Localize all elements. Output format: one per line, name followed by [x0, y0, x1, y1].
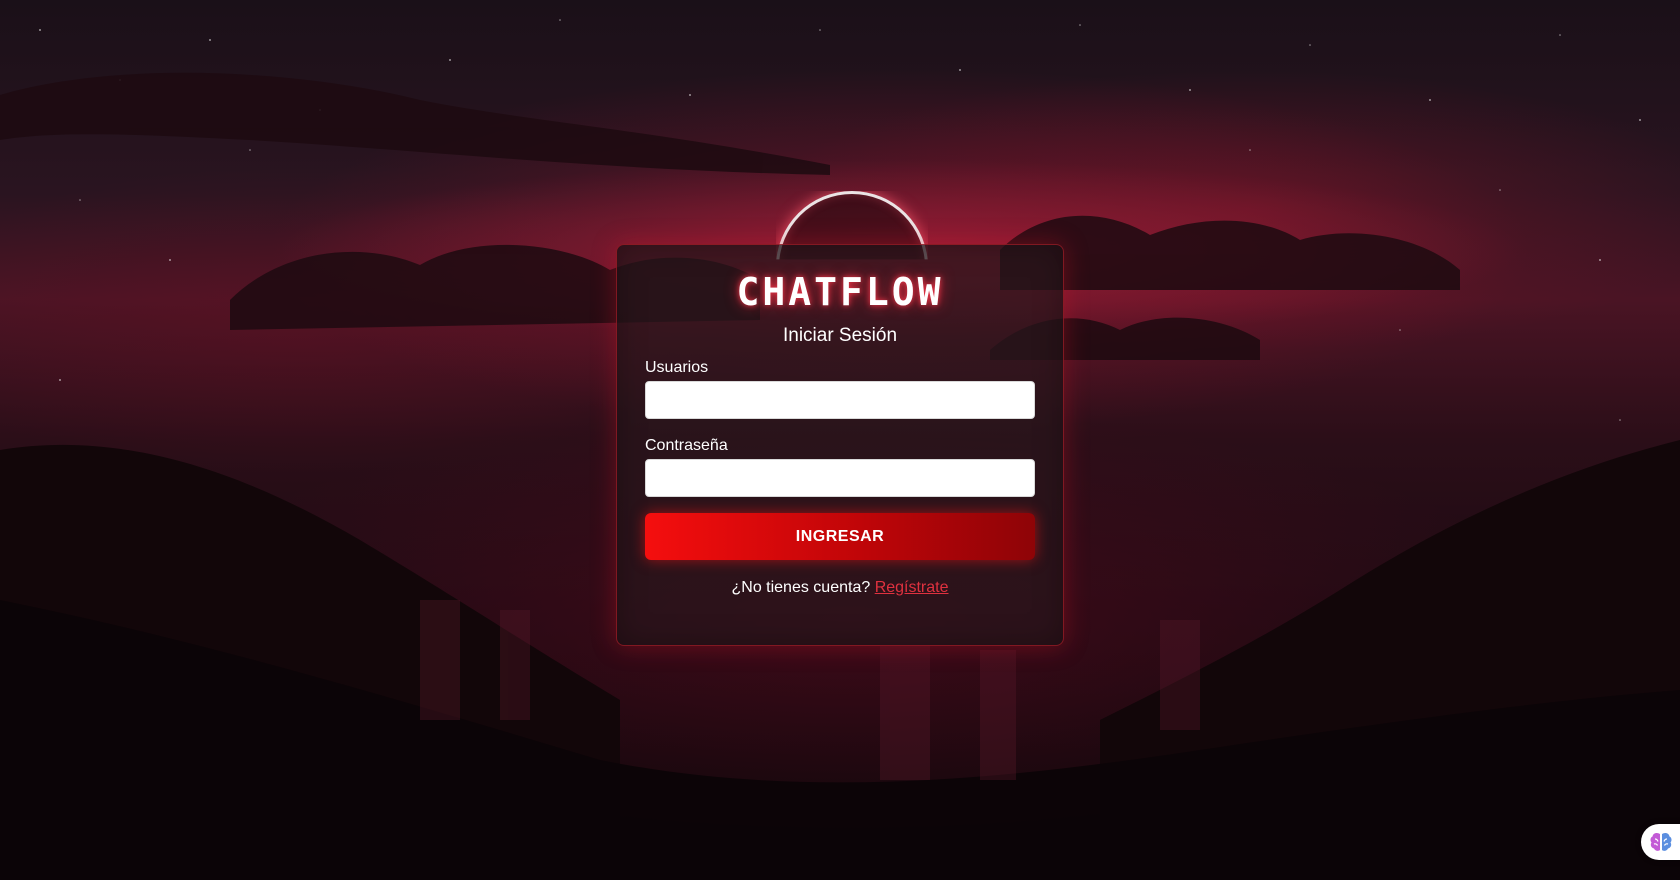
page-title: Iniciar Sesión	[782, 325, 898, 346]
username-input[interactable]	[645, 381, 1035, 419]
password-label: Contraseña	[645, 437, 728, 454]
register-prompt: ¿No tienes cuenta? Regístrate	[616, 579, 1064, 597]
brain-icon	[1650, 832, 1672, 851]
brand-logo: CHATFLOW	[736, 270, 944, 314]
username-label: Usuarios	[645, 359, 709, 376]
register-link[interactable]: Regístrate	[875, 579, 949, 596]
password-input[interactable]	[645, 459, 1035, 497]
login-screen: CHATFLOW Iniciar Sesión Usuarios Contras…	[0, 0, 1680, 880]
register-prompt-text: ¿No tienes cuenta?	[731, 579, 871, 596]
login-button[interactable]: INGRESAR	[645, 513, 1035, 560]
assistant-button[interactable]	[1641, 824, 1680, 860]
